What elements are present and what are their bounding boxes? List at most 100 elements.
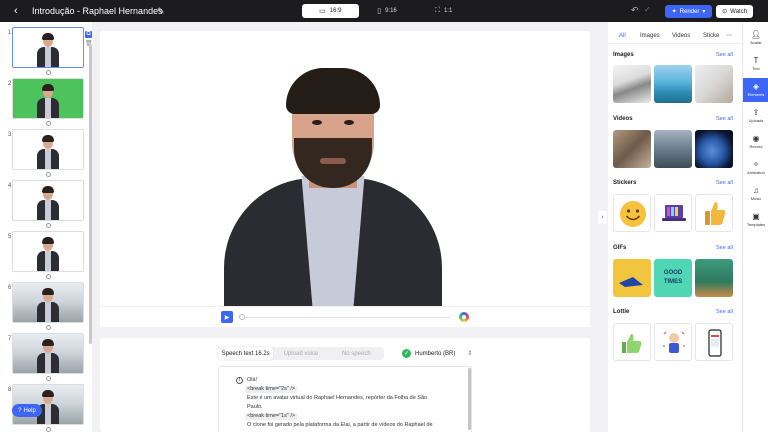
play-icon: ▶ bbox=[224, 314, 230, 321]
lottie-tile-phone[interactable] bbox=[695, 323, 733, 361]
see-all-lottie-link[interactable]: See all bbox=[716, 309, 733, 315]
timeline-track[interactable] bbox=[240, 317, 450, 318]
video-tile-earth[interactable] bbox=[695, 130, 733, 168]
voice-selector[interactable]: ✓ Humberto (BR) ⇕ bbox=[402, 349, 472, 358]
transition-icon[interactable] bbox=[46, 223, 51, 228]
template-icon: ▣ bbox=[752, 212, 760, 221]
slide-item[interactable]: 6 bbox=[4, 282, 88, 332]
thumbs-up-icon bbox=[705, 202, 726, 225]
slide-number: 1 bbox=[8, 30, 12, 36]
slide-number: 6 bbox=[8, 285, 12, 291]
see-all-images-link[interactable]: See all bbox=[716, 52, 733, 58]
slide-thumbnail[interactable] bbox=[12, 78, 84, 119]
rail-music[interactable]: ♫ Music bbox=[743, 182, 768, 206]
video-tile-aerial[interactable] bbox=[613, 130, 651, 168]
render-button[interactable]: ✦ Render ▾ bbox=[665, 5, 712, 18]
transition-icon[interactable] bbox=[46, 70, 51, 75]
ratio-9-16-button[interactable]: ▯ 9:16 bbox=[359, 4, 416, 18]
ratio-1-1-button[interactable]: ⛶ 1:1 bbox=[415, 4, 472, 18]
edit-title-icon[interactable]: ✎ bbox=[157, 5, 165, 17]
sticker-tile-laptop[interactable] bbox=[654, 194, 692, 232]
gif-tile-good-times[interactable]: GOOD TIMES bbox=[654, 259, 692, 297]
rail-text[interactable]: T Text bbox=[743, 52, 768, 76]
slide-thumbnail[interactable] bbox=[12, 231, 84, 272]
lottie-tile-like[interactable] bbox=[613, 323, 651, 361]
rail-avatar[interactable]: 👤︎ Avatar bbox=[743, 26, 768, 50]
section-title-images: Images bbox=[613, 52, 634, 58]
image-tile-pool[interactable] bbox=[654, 65, 692, 103]
slide-item[interactable]: 1 ⧉ 🗑 bbox=[4, 27, 92, 77]
script-editor[interactable]: i Olá! <break time="2s" /> Este é um ava… bbox=[218, 366, 472, 432]
slides-scrollbar[interactable] bbox=[89, 44, 92, 344]
rail-elements[interactable]: ◈ Elements bbox=[743, 78, 768, 102]
ratio-label: 9:16 bbox=[385, 8, 397, 14]
transition-icon[interactable] bbox=[46, 427, 51, 432]
avatar-thumbnail bbox=[37, 288, 59, 322]
tab-no-speech[interactable]: No speech bbox=[329, 347, 384, 360]
editor-scrollbar[interactable] bbox=[468, 368, 471, 430]
rail-templates[interactable]: ▣ Templates bbox=[743, 208, 768, 232]
help-label: Help bbox=[23, 407, 36, 414]
slide-number: 5 bbox=[8, 234, 12, 240]
transition-icon[interactable] bbox=[46, 376, 51, 381]
info-icon[interactable]: i bbox=[236, 377, 243, 384]
slide-thumbnail[interactable] bbox=[12, 180, 84, 221]
section-title-gifs: GIFs bbox=[613, 245, 627, 251]
back-arrow-icon[interactable]: ‹ bbox=[14, 5, 18, 17]
rail-animation[interactable]: ✧ Animation bbox=[743, 156, 768, 180]
see-all-gifs-link[interactable]: See all bbox=[716, 245, 733, 251]
tab-all[interactable]: All bbox=[619, 30, 626, 43]
watch-label: Watch bbox=[730, 8, 747, 15]
transition-icon[interactable] bbox=[46, 325, 51, 330]
duplicate-icon[interactable]: ⧉ bbox=[85, 31, 92, 38]
smiley-icon bbox=[620, 201, 646, 227]
slides-panel: 1 ⧉ 🗑 2 3 4 bbox=[0, 22, 92, 432]
tab-speech-text[interactable]: Speech text 16.2s bbox=[218, 347, 274, 360]
help-icon: ? bbox=[18, 407, 22, 414]
transition-icon[interactable] bbox=[46, 274, 51, 279]
watch-icon: ⊙ bbox=[722, 9, 728, 15]
slide-item[interactable]: 7 bbox=[4, 333, 88, 383]
watch-button[interactable]: ⊙ Watch bbox=[716, 5, 753, 18]
rail-uploads[interactable]: ⇪ Uploads bbox=[743, 104, 768, 128]
play-button[interactable]: ▶ bbox=[221, 311, 233, 323]
help-button[interactable]: ? Help bbox=[12, 404, 42, 417]
tab-upload-voice[interactable]: Upload voice bbox=[273, 347, 328, 360]
slide-item[interactable]: 2 bbox=[4, 78, 88, 128]
image-tile-desk[interactable] bbox=[695, 65, 733, 103]
chevron-right-icon[interactable]: › bbox=[598, 211, 607, 224]
see-all-videos-link[interactable]: See all bbox=[716, 116, 733, 122]
ratio-16-9-button[interactable]: ▭ 16:9 bbox=[302, 4, 359, 18]
gif-tile-shoe[interactable] bbox=[613, 259, 651, 297]
lottie-tile-character[interactable] bbox=[654, 323, 692, 361]
undo-icon[interactable]: ↶ bbox=[631, 5, 639, 16]
video-tile-city[interactable] bbox=[654, 130, 692, 168]
ratio-label: 16:9 bbox=[329, 8, 342, 14]
avatar-presenter[interactable] bbox=[224, 68, 442, 327]
tab-videos[interactable]: Videos bbox=[672, 30, 690, 43]
slide-thumbnail[interactable] bbox=[12, 333, 84, 374]
check-circle-icon: ✓ bbox=[402, 349, 411, 358]
see-all-stickers-link[interactable]: See all bbox=[716, 180, 733, 186]
sticker-tile-thumbs-up[interactable] bbox=[695, 194, 733, 232]
slide-item[interactable]: 5 bbox=[4, 231, 88, 281]
sticker-tile-smiley[interactable] bbox=[613, 194, 651, 232]
slide-item[interactable]: 3 bbox=[4, 129, 88, 179]
gif-tile-desk-worker[interactable] bbox=[695, 259, 733, 297]
avatar-thumbnail bbox=[37, 33, 59, 67]
slide-thumbnail[interactable] bbox=[12, 282, 84, 323]
more-tabs-icon[interactable]: ⋯ bbox=[726, 30, 732, 43]
rail-record[interactable]: ◉ Record bbox=[743, 130, 768, 154]
tab-images[interactable]: Images bbox=[640, 30, 660, 43]
transition-icon[interactable] bbox=[46, 121, 51, 126]
slide-thumbnail[interactable] bbox=[12, 27, 84, 68]
slide-item[interactable]: 4 bbox=[4, 180, 88, 230]
video-canvas[interactable] bbox=[100, 31, 590, 327]
tab-stickers[interactable]: Sticke bbox=[703, 30, 719, 43]
slide-thumbnail[interactable] bbox=[12, 129, 84, 170]
project-title[interactable]: Introdução - Raphael Hernandes bbox=[32, 5, 163, 17]
timeline-scrubber[interactable] bbox=[239, 314, 245, 320]
transition-icon[interactable] bbox=[46, 172, 51, 177]
saved-check-icon: ✓ bbox=[644, 5, 651, 14]
image-tile-interior[interactable] bbox=[613, 65, 651, 103]
